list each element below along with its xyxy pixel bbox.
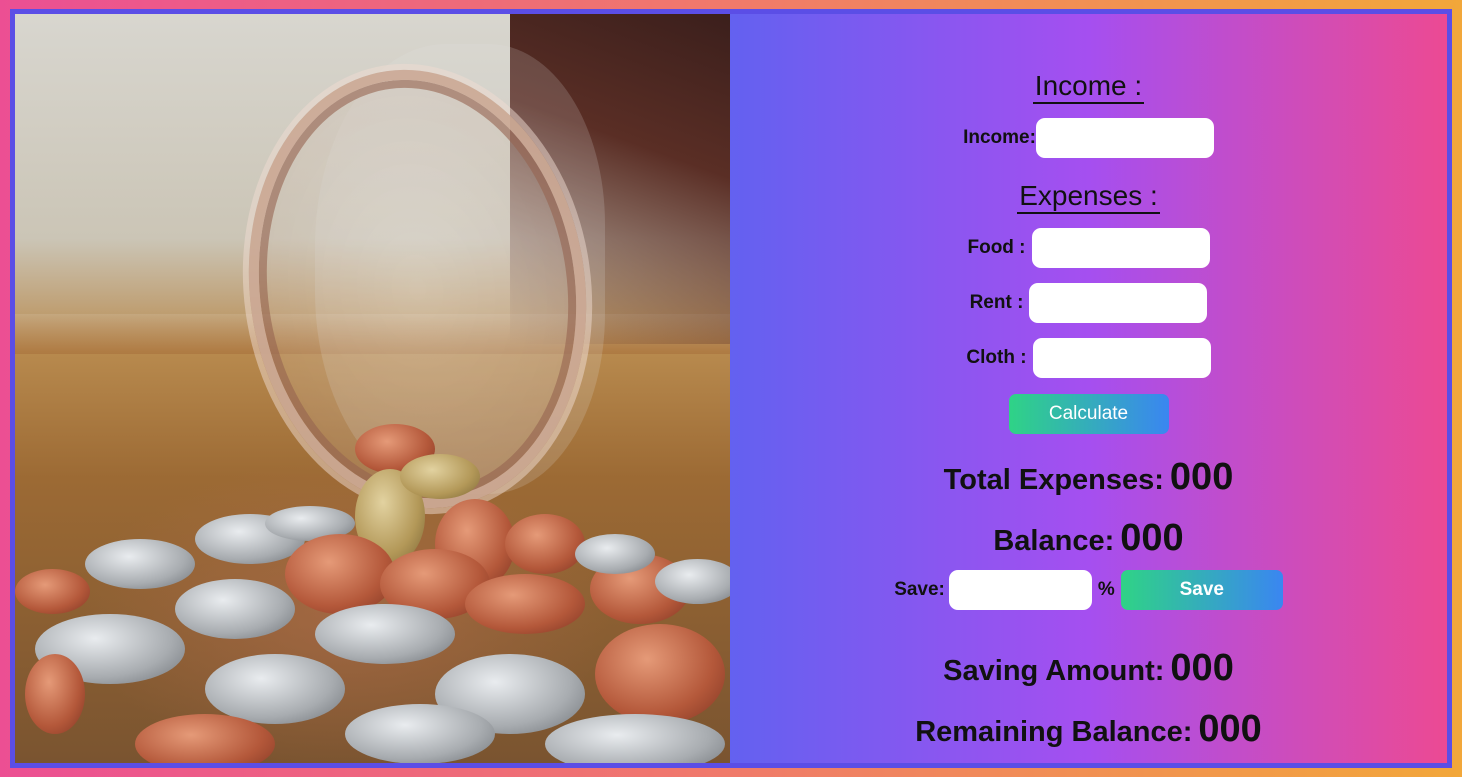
total-expenses-value: 000: [1169, 456, 1234, 498]
rent-row: Rent :: [730, 283, 1447, 323]
rent-label: Rent :: [969, 292, 1024, 313]
percent-sign: %: [1097, 579, 1115, 600]
expenses-heading: Expenses :: [730, 180, 1447, 214]
total-expenses-label: Total Expenses:: [943, 464, 1164, 496]
saving-amount-value: 000: [1170, 647, 1234, 689]
coin: [205, 654, 345, 724]
remaining-balance-value: 000: [1198, 708, 1262, 750]
coin: [595, 624, 725, 724]
cloth-input[interactable]: [1032, 338, 1211, 378]
coin: [85, 539, 195, 589]
expenses-heading-text: Expenses :: [1017, 180, 1160, 214]
cloth-label: Cloth :: [966, 347, 1027, 368]
save-percent-input[interactable]: [948, 570, 1092, 610]
income-input[interactable]: [1035, 118, 1214, 158]
save-row: Save: % Save: [730, 570, 1447, 610]
calculate-button[interactable]: Calculate: [1008, 394, 1169, 434]
coin: [175, 579, 295, 639]
coin: [655, 559, 730, 604]
app-frame: Income : Income: Expenses : Food : Rent …: [10, 9, 1452, 768]
coin: [345, 704, 495, 763]
coin: [400, 454, 480, 499]
coin: [285, 534, 395, 614]
coin: [465, 574, 585, 634]
total-expenses: Total Expenses: 000: [730, 456, 1447, 499]
income-label: Income:: [963, 127, 1036, 148]
rent-input[interactable]: [1029, 283, 1208, 323]
saving-amount-label: Saving Amount:: [943, 655, 1165, 687]
coin-jar-photo: [15, 14, 730, 763]
coin: [15, 569, 90, 614]
calculator-panel: Income : Income: Expenses : Food : Rent …: [730, 14, 1447, 763]
food-row: Food :: [730, 228, 1447, 268]
balance-value: 000: [1120, 517, 1184, 559]
calculate-row: Calculate: [730, 394, 1447, 434]
save-button[interactable]: Save: [1120, 570, 1283, 610]
food-input[interactable]: [1031, 228, 1210, 268]
coin: [505, 514, 585, 574]
save-label: Save:: [894, 579, 945, 600]
coin: [315, 604, 455, 664]
food-label: Food :: [967, 237, 1026, 258]
remaining-balance-label: Remaining Balance:: [915, 716, 1193, 748]
remaining-balance: Remaining Balance: 000: [730, 708, 1447, 751]
coin: [25, 654, 85, 734]
income-heading-text: Income :: [1032, 70, 1145, 104]
balance: Balance: 000: [730, 517, 1447, 560]
income-row: Income:: [730, 118, 1447, 158]
saving-amount: Saving Amount: 000: [730, 647, 1447, 690]
income-heading: Income :: [730, 70, 1447, 104]
coin: [575, 534, 655, 574]
cloth-row: Cloth :: [730, 338, 1447, 378]
coin: [545, 714, 725, 763]
balance-label: Balance:: [993, 525, 1115, 557]
